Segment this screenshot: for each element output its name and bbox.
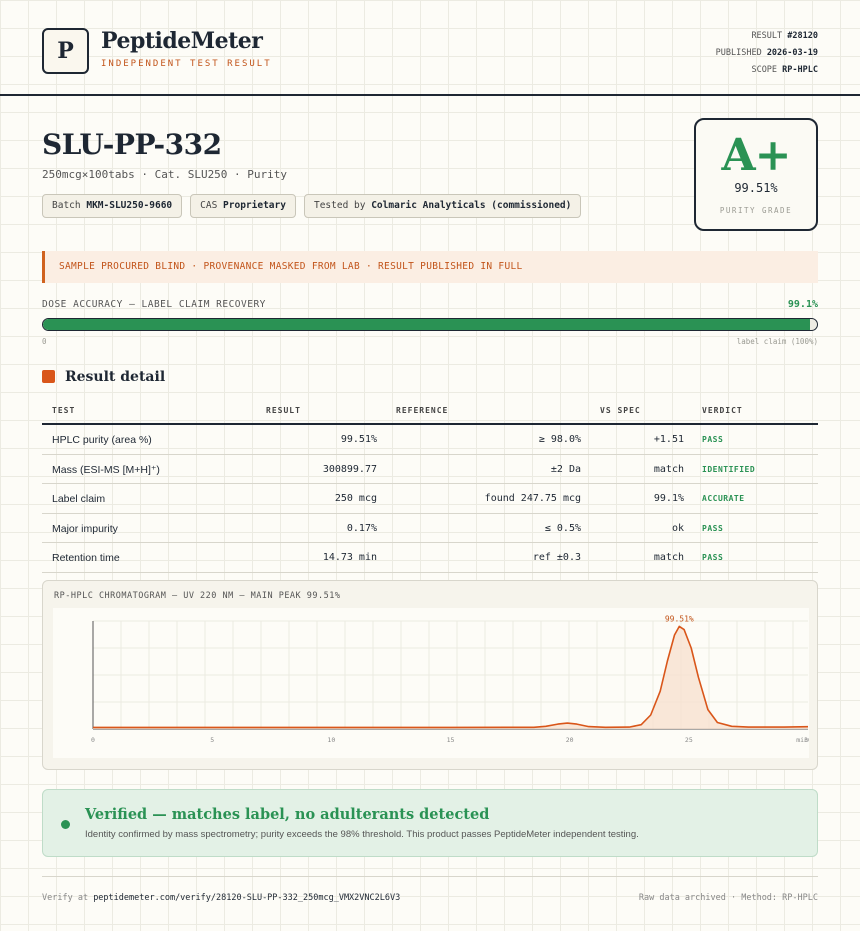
table-row: Mass (ESI-MS [M+H]⁺) 300899.77 ±2 Da match I… bbox=[42, 455, 818, 484]
x-tick-label: 25 bbox=[685, 736, 693, 744]
table-body: HPLC purity (area %) 99.51% ≥ 98.0% +1.51 PA… bbox=[42, 425, 818, 573]
verify-prefix: Verify at bbox=[42, 893, 89, 903]
batch-chip: Batch MKM-SLU250-9660 bbox=[42, 194, 183, 218]
cas-chip: CAS Proprietary bbox=[190, 194, 296, 218]
cell-vs-spec: +1.51 bbox=[653, 434, 684, 445]
cell-verdict: IDENTIFIED bbox=[702, 464, 756, 474]
report-meta: RESULT #28120 PUBLISHED 2026-03-19 SCOPE… bbox=[716, 28, 818, 79]
cell-test: Mass (ESI-MS [M+H]⁺) bbox=[52, 463, 160, 476]
header-result: RESULT bbox=[266, 406, 301, 415]
table-row: HPLC purity (area %) 99.51% ≥ 98.0% +1.51 PA… bbox=[42, 425, 818, 455]
header-reference: REFERENCE bbox=[396, 406, 449, 415]
cell-verdict: PASS bbox=[702, 553, 724, 562]
cell-result: 14.73 min bbox=[322, 552, 377, 563]
product-title: SLU-PP-332 bbox=[42, 128, 222, 161]
header-test: TEST bbox=[52, 406, 76, 415]
peak-label: 99.51% bbox=[665, 614, 694, 623]
chart-title: RP-HPLC CHROMATOGRAM — UV 220 NM — MAIN … bbox=[54, 591, 341, 601]
cell-verdict: ACCURATE bbox=[702, 494, 745, 503]
cell-test: Major impurity bbox=[52, 522, 118, 535]
bar-claim-label: label claim (100%) bbox=[736, 337, 818, 346]
scope: SCOPE RP-HPLC bbox=[751, 65, 818, 75]
grade-letter: A+ bbox=[721, 130, 791, 181]
table-header: TEST RESULT REFERENCE VS SPEC VERDICT bbox=[42, 398, 818, 425]
cell-result: 99.51% bbox=[340, 434, 377, 445]
table-row: Retention time 14.73 min ref ±0.3 match PASS bbox=[42, 543, 818, 573]
cell-result: 300899.77 bbox=[322, 463, 377, 475]
footer-method: Raw data archived · Method: RP-HPLC bbox=[638, 893, 818, 903]
section-marker bbox=[42, 370, 55, 383]
cell-result: 0.17% bbox=[346, 522, 377, 534]
verified-subtitle: Identity confirmed by mass spectrometry;… bbox=[85, 829, 639, 840]
cell-test: Label claim bbox=[52, 493, 106, 505]
grade-label: PURITY GRADE bbox=[719, 206, 793, 215]
results-table: TEST RESULT REFERENCE VS SPEC VERDICT HP… bbox=[42, 398, 818, 573]
cell-test: Retention time bbox=[52, 552, 120, 564]
x-tick-label: 0 bbox=[91, 736, 95, 744]
x-tick-label: 10 bbox=[327, 736, 335, 744]
lab-chip: Tested by Colmaric Analyticals (commissi… bbox=[303, 194, 582, 218]
cell-result: 250 mcg bbox=[334, 493, 377, 504]
report-header: P PeptideMeter INDEPENDENT TEST RESULT R… bbox=[0, 0, 860, 96]
logo: P bbox=[42, 28, 89, 74]
cell-reference: found 247.75 mcg bbox=[484, 493, 581, 504]
dose-accuracy-fill bbox=[43, 319, 811, 330]
header-vs-spec: VS SPEC bbox=[600, 406, 641, 415]
cell-vs-spec: match bbox=[653, 552, 684, 563]
verified-status-icon bbox=[61, 820, 70, 829]
result-detail-title: Result detail bbox=[65, 369, 166, 385]
product-subtitle: 250mcg×100tabs · Cat. SLU250 · Purity bbox=[42, 168, 288, 181]
bar-zero-label: 0 bbox=[42, 337, 47, 346]
dose-accuracy-bar bbox=[42, 318, 818, 331]
published-date: PUBLISHED 2026-03-19 bbox=[715, 48, 818, 58]
chromatogram-chart: 051015202530min99.51% bbox=[53, 608, 809, 758]
cell-reference: ≤ 0.5% bbox=[544, 522, 581, 534]
cell-reference: ≥ 98.0% bbox=[538, 434, 581, 445]
verify-url-link[interactable]: peptidemeter.com/verify/28120-SLU-PP-332… bbox=[93, 893, 400, 903]
header-verdict: VERDICT bbox=[702, 406, 743, 415]
cell-test: HPLC purity (area %) bbox=[52, 434, 152, 446]
brand-name: PeptideMeter bbox=[101, 28, 263, 54]
x-tick-label: 5 bbox=[210, 736, 214, 744]
dose-accuracy-label: DOSE ACCURACY — LABEL CLAIM RECOVERY bbox=[42, 299, 266, 310]
verified-title: Verified — matches label, no adulterants… bbox=[85, 806, 490, 823]
cell-vs-spec: ok bbox=[671, 522, 684, 534]
cell-reference: ±2 Da bbox=[550, 463, 581, 475]
result-id: RESULT #28120 bbox=[751, 31, 818, 41]
x-tick-label: 15 bbox=[447, 736, 455, 744]
cell-vs-spec: match bbox=[653, 463, 684, 475]
table-row: Label claim 250 mcg found 247.75 mcg 99.1% A… bbox=[42, 484, 818, 514]
tagline: INDEPENDENT TEST RESULT bbox=[101, 59, 272, 69]
product-chips: Batch MKM-SLU250-9660 CAS Proprietary Te… bbox=[42, 194, 582, 218]
procurement-notice: SAMPLE PROCURED BLIND · PROVENANCE MASKE… bbox=[42, 251, 818, 283]
dose-accuracy-value: 99.1% bbox=[787, 299, 818, 310]
cell-reference: ref ±0.3 bbox=[532, 552, 581, 563]
cell-vs-spec: 99.1% bbox=[653, 493, 684, 504]
grade-value: 99.51% bbox=[734, 181, 778, 195]
cell-verdict: PASS bbox=[702, 435, 724, 444]
table-row: Major impurity 0.17% ≤ 0.5% ok PASS bbox=[42, 514, 818, 543]
cell-verdict: PASS bbox=[702, 523, 724, 533]
footer-divider bbox=[42, 876, 818, 877]
verified-banner: Verified — matches label, no adulterants… bbox=[42, 789, 818, 857]
purity-grade-card: A+ 99.51% PURITY GRADE bbox=[694, 118, 818, 231]
x-tick-label: 20 bbox=[566, 736, 574, 744]
chromatogram-card: RP-HPLC CHROMATOGRAM — UV 220 NM — MAIN … bbox=[42, 580, 818, 770]
verify-link-row: Verify at peptidemeter.com/verify/28120-… bbox=[42, 893, 400, 903]
x-unit-label: min bbox=[796, 736, 808, 744]
